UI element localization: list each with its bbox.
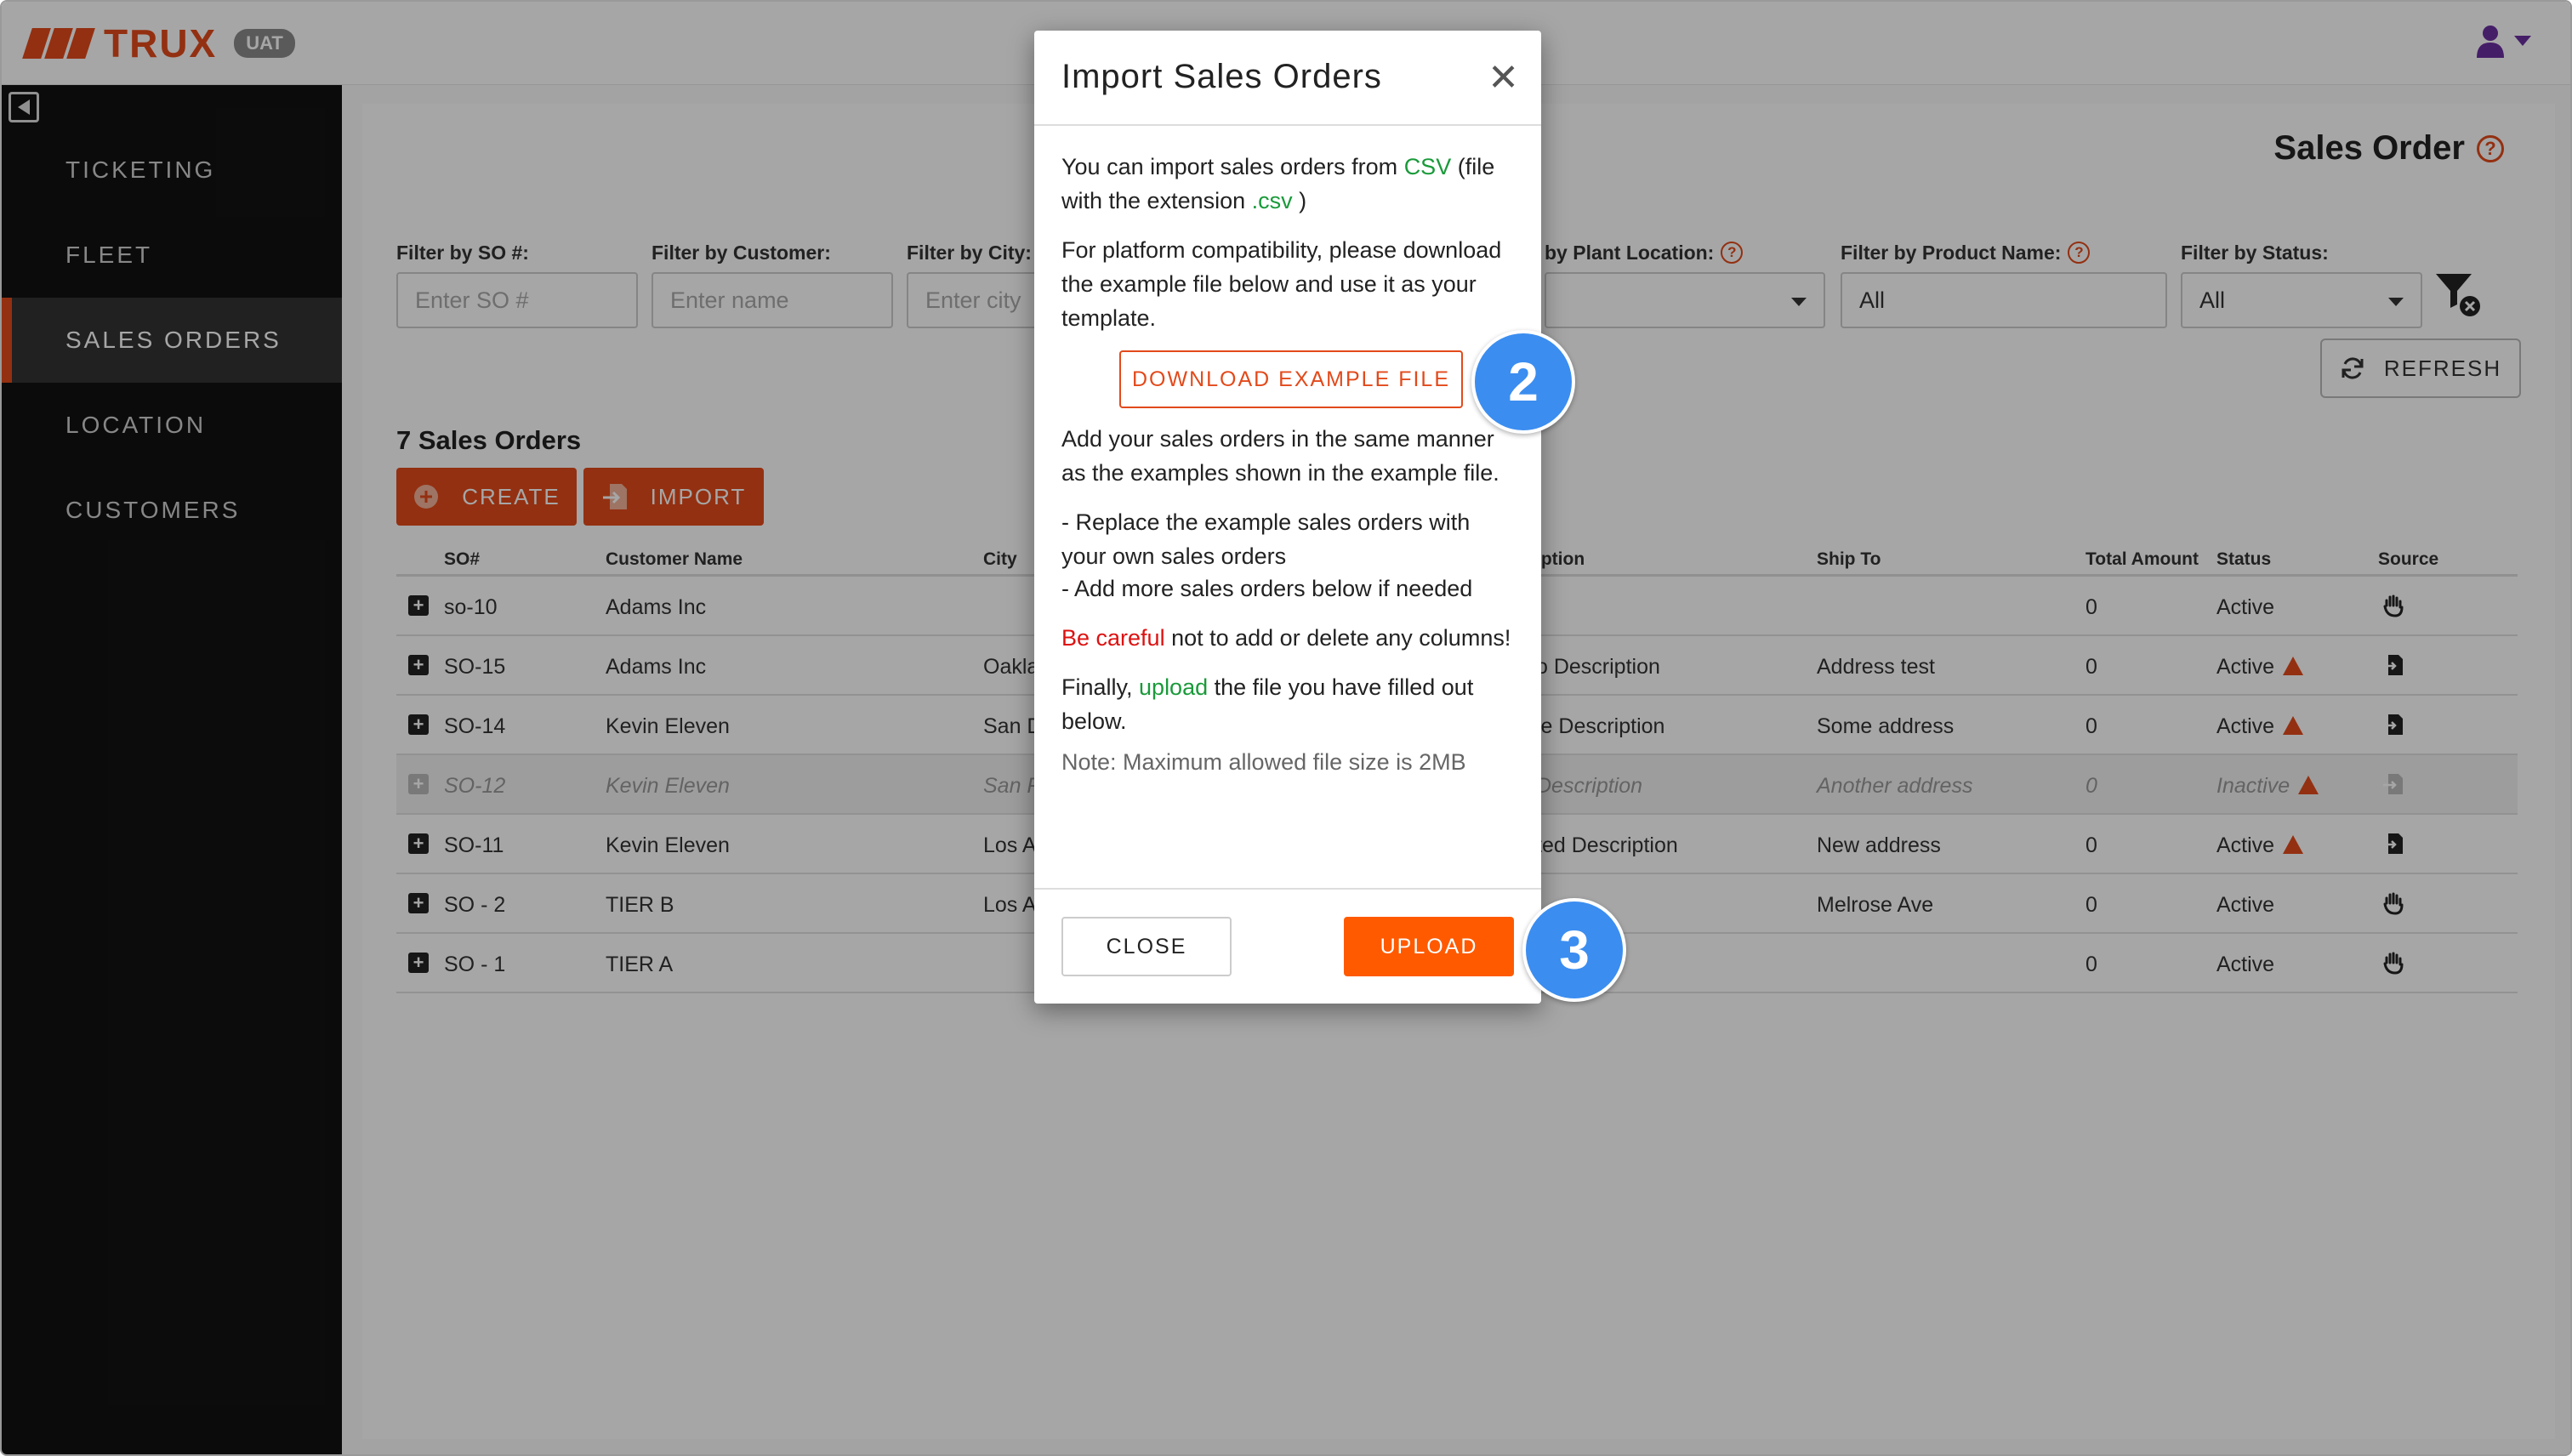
step-marker-2: 2	[1471, 330, 1575, 434]
compat-text: For platform compatibility, please downl…	[1061, 237, 1502, 331]
app-window: TRUX UAT TICKETING FLEET SALES ORDERS LO…	[0, 0, 2572, 1456]
dialog-title: Import Sales Orders	[1061, 58, 1382, 95]
instructions-list: - Replace the example sales orders with …	[1061, 509, 1473, 601]
close-button[interactable]: CLOSE	[1061, 917, 1232, 976]
step-marker-3: 3	[1522, 898, 1626, 1002]
upload-button[interactable]: UPLOAD	[1344, 917, 1514, 976]
instructions-text: Add your sales orders in the same manner…	[1061, 426, 1499, 486]
warning-text: Be careful not to add or delete any colu…	[1061, 625, 1511, 651]
download-example-button[interactable]: DOWNLOAD EXAMPLE FILE	[1119, 350, 1463, 408]
dialog-header: Import Sales Orders ✕	[1034, 31, 1541, 126]
import-sales-orders-dialog: Import Sales Orders ✕ You can import sal…	[1034, 31, 1541, 1004]
close-icon[interactable]: ✕	[1488, 56, 1519, 100]
upload-instructions: Finally, upload the file you have filled…	[1061, 674, 1474, 734]
dialog-body: You can import sales orders from CSV (fi…	[1061, 150, 1521, 794]
intro-text: You can import sales orders from CSV (fi…	[1061, 154, 1495, 213]
file-size-note: Note: Maximum allowed file size is 2MB	[1061, 749, 1466, 775]
dialog-footer: CLOSE UPLOAD	[1034, 888, 1541, 1004]
